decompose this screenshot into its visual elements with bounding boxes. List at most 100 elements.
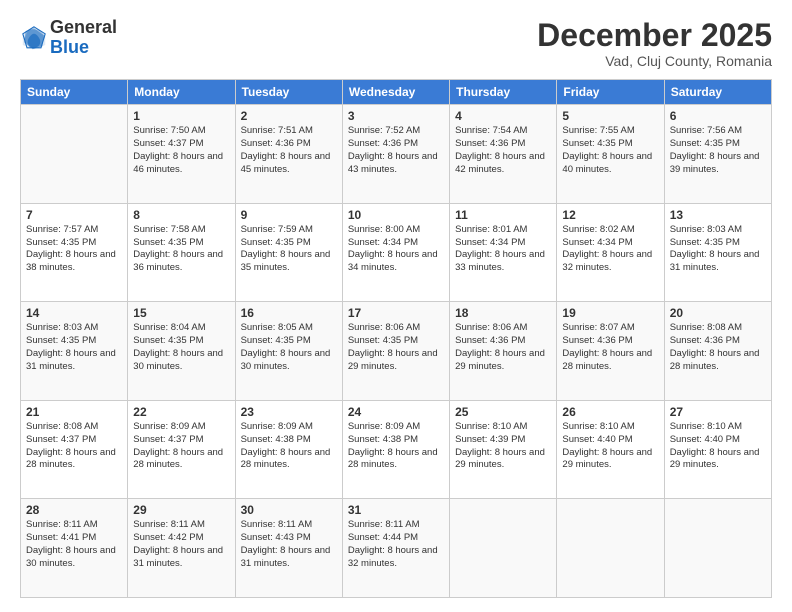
cell-info: Sunrise: 7:58 AMSunset: 4:35 PMDaylight:… (133, 224, 229, 275)
calendar-cell: 5 Sunrise: 7:55 AMSunset: 4:35 PMDaylight… (557, 105, 664, 204)
calendar-cell: 10 Sunrise: 8:00 AMSunset: 4:34 PMDayligh… (342, 203, 449, 302)
calendar-cell: 11 Sunrise: 8:01 AMSunset: 4:34 PMDayligh… (450, 203, 557, 302)
day-number: 26 (562, 405, 658, 419)
day-number: 30 (241, 503, 337, 517)
calendar-week-5: 28Sunrise: 8:11 AMSunset: 4:41 PMDayligh… (21, 499, 772, 598)
day-number: 27 (670, 405, 766, 419)
day-number: 24 (348, 405, 444, 419)
calendar-header-row: SundayMondayTuesdayWednesdayThursdayFrid… (21, 80, 772, 105)
cell-info: Sunrise: 8:01 AMSunset: 4:34 PMDaylight:… (455, 224, 551, 275)
calendar-table: SundayMondayTuesdayWednesdayThursdayFrid… (20, 79, 772, 598)
location-subtitle: Vad, Cluj County, Romania (537, 53, 772, 69)
day-number: 6 (670, 109, 766, 123)
cell-info: Sunrise: 8:11 AMSunset: 4:42 PMDaylight:… (133, 519, 229, 570)
day-number: 11 (455, 208, 551, 222)
cell-info: Sunrise: 8:11 AMSunset: 4:44 PMDaylight:… (348, 519, 444, 570)
calendar-cell: 3 Sunrise: 7:52 AMSunset: 4:36 PMDaylight… (342, 105, 449, 204)
day-header-sunday: Sunday (21, 80, 128, 105)
calendar-cell: 27 Sunrise: 8:10 AMSunset: 4:40 PMDayligh… (664, 400, 771, 499)
day-number: 29 (133, 503, 229, 517)
logo-general-text: General (50, 18, 117, 38)
day-header-saturday: Saturday (664, 80, 771, 105)
cell-info: Sunrise: 8:10 AMSunset: 4:40 PMDaylight:… (562, 421, 658, 472)
day-number: 12 (562, 208, 658, 222)
calendar-cell: 17 Sunrise: 8:06 AMSunset: 4:35 PMDayligh… (342, 302, 449, 401)
calendar-cell: 2 Sunrise: 7:51 AMSunset: 4:36 PMDaylight… (235, 105, 342, 204)
day-number: 5 (562, 109, 658, 123)
day-number: 7 (26, 208, 122, 222)
cell-info: Sunrise: 8:09 AMSunset: 4:37 PMDaylight:… (133, 421, 229, 472)
calendar-cell: 21Sunrise: 8:08 AMSunset: 4:37 PMDayligh… (21, 400, 128, 499)
logo-text: General Blue (50, 18, 117, 58)
calendar-cell: 18 Sunrise: 8:06 AMSunset: 4:36 PMDayligh… (450, 302, 557, 401)
cell-info: Sunrise: 8:08 AMSunset: 4:37 PMDaylight:… (26, 421, 122, 472)
day-number: 18 (455, 306, 551, 320)
calendar-cell: 14Sunrise: 8:03 AMSunset: 4:35 PMDayligh… (21, 302, 128, 401)
title-block: December 2025 Vad, Cluj County, Romania (537, 18, 772, 69)
day-header-wednesday: Wednesday (342, 80, 449, 105)
cell-info: Sunrise: 7:52 AMSunset: 4:36 PMDaylight:… (348, 125, 444, 176)
calendar-cell: 22Sunrise: 8:09 AMSunset: 4:37 PMDayligh… (128, 400, 235, 499)
calendar-cell: 26 Sunrise: 8:10 AMSunset: 4:40 PMDayligh… (557, 400, 664, 499)
day-header-tuesday: Tuesday (235, 80, 342, 105)
cell-info: Sunrise: 8:04 AMSunset: 4:35 PMDaylight:… (133, 322, 229, 373)
cell-info: Sunrise: 8:11 AMSunset: 4:43 PMDaylight:… (241, 519, 337, 570)
day-number: 25 (455, 405, 551, 419)
calendar-cell: 8 Sunrise: 7:58 AMSunset: 4:35 PMDaylight… (128, 203, 235, 302)
calendar-cell: 15 Sunrise: 8:04 AMSunset: 4:35 PMDayligh… (128, 302, 235, 401)
logo-icon (20, 24, 48, 52)
calendar-cell: 1Sunrise: 7:50 AMSunset: 4:37 PMDaylight… (128, 105, 235, 204)
calendar-cell: 19Sunrise: 8:07 AMSunset: 4:36 PMDayligh… (557, 302, 664, 401)
cell-info: Sunrise: 8:00 AMSunset: 4:34 PMDaylight:… (348, 224, 444, 275)
calendar-cell: 30 Sunrise: 8:11 AMSunset: 4:43 PMDayligh… (235, 499, 342, 598)
day-header-thursday: Thursday (450, 80, 557, 105)
calendar-cell (21, 105, 128, 204)
cell-info: Sunrise: 7:59 AMSunset: 4:35 PMDaylight:… (241, 224, 337, 275)
calendar-cell: 31 Sunrise: 8:11 AMSunset: 4:44 PMDayligh… (342, 499, 449, 598)
calendar-week-1: 1Sunrise: 7:50 AMSunset: 4:37 PMDaylight… (21, 105, 772, 204)
cell-info: Sunrise: 7:51 AMSunset: 4:36 PMDaylight:… (241, 125, 337, 176)
cell-info: Sunrise: 8:06 AMSunset: 4:36 PMDaylight:… (455, 322, 551, 373)
cell-info: Sunrise: 8:08 AMSunset: 4:36 PMDaylight:… (670, 322, 766, 373)
calendar-cell (664, 499, 771, 598)
day-number: 23 (241, 405, 337, 419)
day-number: 16 (241, 306, 337, 320)
calendar-cell: 28Sunrise: 8:11 AMSunset: 4:41 PMDayligh… (21, 499, 128, 598)
calendar-week-4: 21Sunrise: 8:08 AMSunset: 4:37 PMDayligh… (21, 400, 772, 499)
cell-info: Sunrise: 8:02 AMSunset: 4:34 PMDaylight:… (562, 224, 658, 275)
day-number: 17 (348, 306, 444, 320)
cell-info: Sunrise: 7:54 AMSunset: 4:36 PMDaylight:… (455, 125, 551, 176)
calendar-cell (450, 499, 557, 598)
calendar-cell: 23 Sunrise: 8:09 AMSunset: 4:38 PMDayligh… (235, 400, 342, 499)
day-number: 13 (670, 208, 766, 222)
month-title: December 2025 (537, 18, 772, 53)
cell-info: Sunrise: 8:03 AMSunset: 4:35 PMDaylight:… (670, 224, 766, 275)
cell-info: Sunrise: 8:06 AMSunset: 4:35 PMDaylight:… (348, 322, 444, 373)
day-number: 9 (241, 208, 337, 222)
cell-info: Sunrise: 8:09 AMSunset: 4:38 PMDaylight:… (241, 421, 337, 472)
day-number: 20 (670, 306, 766, 320)
calendar-cell: 25Sunrise: 8:10 AMSunset: 4:39 PMDayligh… (450, 400, 557, 499)
day-number: 8 (133, 208, 229, 222)
logo: General Blue (20, 18, 117, 58)
calendar-cell: 7Sunrise: 7:57 AMSunset: 4:35 PMDaylight… (21, 203, 128, 302)
calendar-week-3: 14Sunrise: 8:03 AMSunset: 4:35 PMDayligh… (21, 302, 772, 401)
calendar-cell: 9 Sunrise: 7:59 AMSunset: 4:35 PMDaylight… (235, 203, 342, 302)
day-number: 19 (562, 306, 658, 320)
day-number: 3 (348, 109, 444, 123)
day-number: 31 (348, 503, 444, 517)
day-number: 4 (455, 109, 551, 123)
cell-info: Sunrise: 8:05 AMSunset: 4:35 PMDaylight:… (241, 322, 337, 373)
cell-info: Sunrise: 8:10 AMSunset: 4:40 PMDaylight:… (670, 421, 766, 472)
calendar-cell: 13 Sunrise: 8:03 AMSunset: 4:35 PMDayligh… (664, 203, 771, 302)
calendar-cell (557, 499, 664, 598)
day-number: 14 (26, 306, 122, 320)
calendar-cell: 16 Sunrise: 8:05 AMSunset: 4:35 PMDayligh… (235, 302, 342, 401)
calendar-cell: 4 Sunrise: 7:54 AMSunset: 4:36 PMDaylight… (450, 105, 557, 204)
logo-blue-text: Blue (50, 38, 117, 58)
day-number: 15 (133, 306, 229, 320)
day-number: 2 (241, 109, 337, 123)
cell-info: Sunrise: 7:50 AMSunset: 4:37 PMDaylight:… (133, 125, 229, 176)
cell-info: Sunrise: 7:55 AMSunset: 4:35 PMDaylight:… (562, 125, 658, 176)
day-number: 10 (348, 208, 444, 222)
